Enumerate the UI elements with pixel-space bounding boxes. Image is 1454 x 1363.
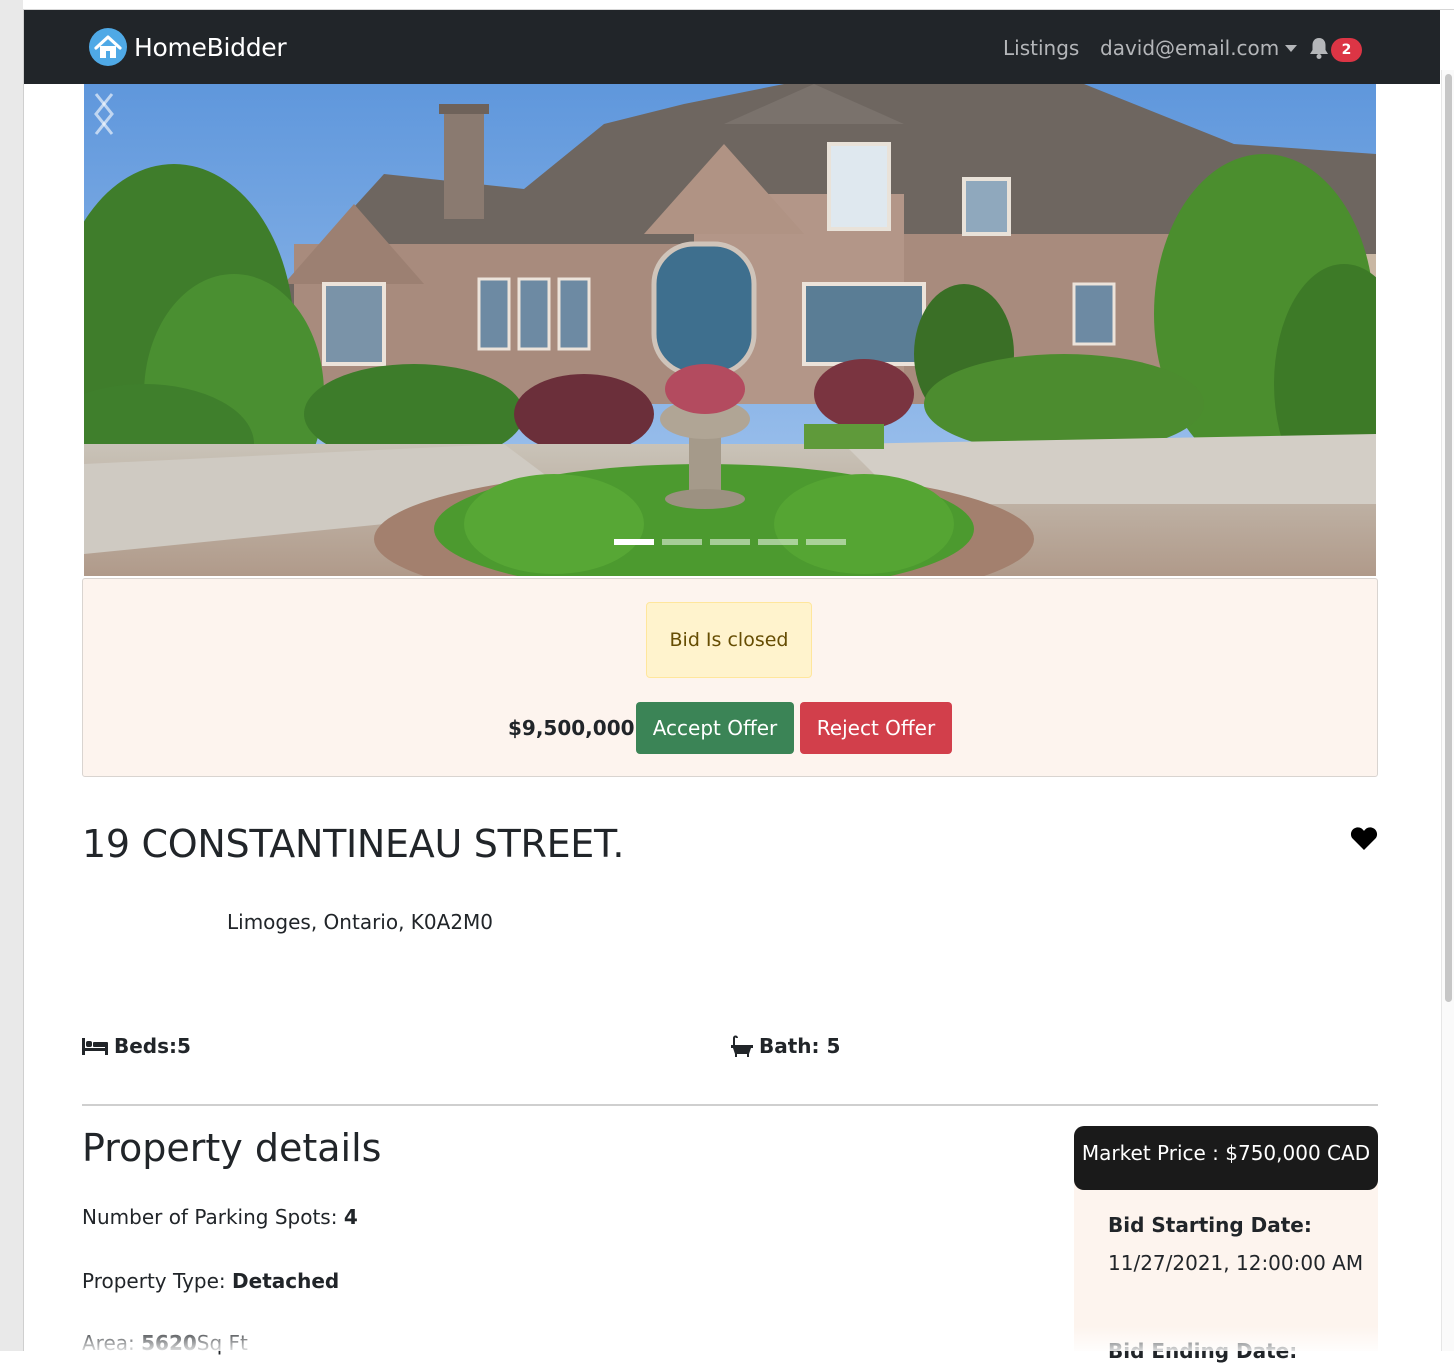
brand-link[interactable]: HomeBidder [88, 27, 287, 67]
carousel-indicator[interactable] [614, 539, 654, 545]
nav-listings-link[interactable]: Listings [1003, 36, 1079, 60]
window-left-border [23, 0, 24, 1351]
beds-count: Beds:5 [114, 1034, 191, 1058]
carousel-indicator[interactable] [758, 539, 798, 545]
bell-icon [1310, 38, 1328, 59]
carousel-indicators [614, 539, 854, 545]
reject-offer-button[interactable]: Reject Offer [800, 702, 952, 754]
navbar: HomeBidder Listings david@email.com 2 [24, 10, 1440, 84]
property-image-carousel[interactable] [84, 84, 1376, 576]
market-price-card: Market Price : $750,000 CAD [1074, 1126, 1378, 1190]
caret-down-icon [1285, 44, 1298, 52]
area-value: 5620 [141, 1331, 197, 1355]
user-email: david@email.com [1100, 36, 1280, 60]
accept-offer-button[interactable]: Accept Offer [636, 702, 794, 754]
chevron-right-icon[interactable] [84, 84, 124, 144]
bid-dates-card: Bid Starting Date: 11/27/2021, 12:00:00 … [1074, 1180, 1378, 1363]
area-unit: Sq Ft [196, 1331, 248, 1355]
house-photo [84, 84, 1376, 576]
scrollbar-thumb[interactable] [1445, 74, 1452, 1002]
carousel-indicator[interactable] [806, 539, 846, 545]
notification-count-badge: 2 [1331, 38, 1362, 62]
bid-start-value: 11/27/2021, 12:00:00 AM [1108, 1251, 1364, 1275]
area-detail: Area: 5620Sq Ft [82, 1331, 248, 1355]
parking-label: Number of Parking Spots: [82, 1205, 344, 1229]
carousel-indicator[interactable] [710, 539, 750, 545]
window-top-strip [23, 0, 1454, 10]
property-city-line: Limoges, Ontario, K0A2M0 [227, 910, 494, 934]
type-label: Property Type: [82, 1269, 233, 1293]
bid-start-label: Bid Starting Date: [1108, 1213, 1312, 1237]
parking-value: 4 [343, 1205, 358, 1229]
bid-status-alert: Bid Is closed [646, 602, 812, 678]
bath-count: Bath: 5 [759, 1034, 841, 1058]
parking-spots-detail: Number of Parking Spots: 4 [82, 1205, 358, 1229]
section-divider [82, 1104, 1378, 1106]
bath-info: Bath: 5 [731, 1034, 840, 1058]
notifications-button[interactable]: 2 [1308, 34, 1368, 62]
user-menu-dropdown[interactable]: david@email.com [1100, 36, 1298, 60]
beds-info: Beds:5 [82, 1034, 191, 1058]
property-address-title: 19 CONSTANTINEAU STREET. [82, 822, 625, 866]
property-type-detail: Property Type: Detached [82, 1269, 339, 1293]
window-left-gutter [0, 0, 23, 1351]
current-bid-amount: $9,500,000 [508, 716, 635, 740]
brand-name: HomeBidder [134, 32, 287, 62]
heart-icon[interactable] [1350, 826, 1378, 851]
property-details-heading: Property details [82, 1126, 382, 1170]
house-logo-icon [89, 28, 127, 66]
area-label: Area: [82, 1331, 142, 1355]
carousel-indicator[interactable] [662, 539, 702, 545]
bid-panel: Bid Is closed $9,500,000 Accept Offer Re… [82, 578, 1378, 777]
bed-icon [82, 1038, 108, 1055]
bathtub-icon [731, 1035, 753, 1057]
type-value: Detached [232, 1269, 340, 1293]
bid-end-label: Bid Ending Date: [1108, 1339, 1298, 1363]
